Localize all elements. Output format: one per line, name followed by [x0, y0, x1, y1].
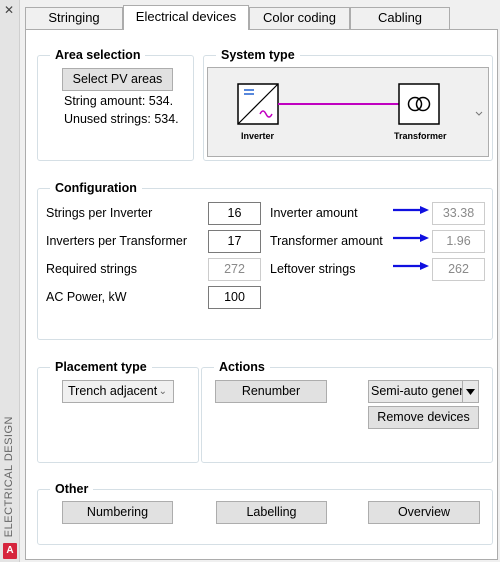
string-amount-text: String amount: 534.	[64, 94, 174, 108]
unused-strings-text: Unused strings: 534.	[64, 112, 179, 126]
other-group: Other Numbering Labelling Overview	[37, 482, 493, 545]
leftover-strings-field: 262	[432, 258, 485, 281]
select-pv-areas-button[interactable]: Select PV areas	[62, 68, 173, 91]
overview-button[interactable]: Overview	[368, 501, 480, 524]
numbering-button[interactable]: Numbering	[62, 501, 173, 524]
ac-power-input[interactable]: 100	[208, 286, 261, 309]
tab-cabling[interactable]: Cabling	[350, 7, 450, 29]
required-strings-field: 272	[208, 258, 261, 281]
transformer-symbol-icon	[398, 83, 440, 125]
system-diagram: Inverter Transformer	[237, 83, 483, 141]
caret-down-icon	[466, 389, 475, 395]
transformer-amount-field: 1.96	[432, 230, 485, 253]
other-title: Other	[50, 482, 94, 497]
area-selection-group: Area selection Select PV areas String am…	[37, 48, 194, 161]
renumber-button[interactable]: Renumber	[215, 380, 327, 403]
arrow-right-icon	[393, 234, 429, 242]
electrical-devices-panel: Area selection Select PV areas String am…	[25, 29, 498, 560]
arrow-right-icon	[393, 262, 429, 270]
placement-type-value: Trench adjacent	[68, 384, 158, 398]
labelling-button[interactable]: Labelling	[216, 501, 327, 524]
palette-title: ELECTRICAL DESIGN	[3, 415, 15, 537]
area-selection-title: Area selection	[50, 48, 146, 63]
system-type-title: System type	[216, 48, 300, 63]
actions-group: Actions Renumber Semi-auto gener Remove …	[201, 360, 493, 463]
placement-type-dropdown[interactable]: Trench adjacent ⌄	[62, 380, 174, 403]
required-strings-label: Required strings	[46, 262, 138, 276]
system-type-selector[interactable]: Inverter Transformer	[207, 67, 489, 157]
tab-electrical-devices[interactable]: Electrical devices	[123, 5, 249, 30]
inverters-per-transformer-input[interactable]: 17	[208, 230, 261, 253]
remove-devices-button[interactable]: Remove devices	[368, 406, 479, 429]
actions-title: Actions	[214, 360, 270, 375]
strings-per-inverter-input[interactable]: 16	[208, 202, 261, 225]
tab-color-coding[interactable]: Color coding	[249, 7, 350, 29]
transformer-label: Transformer	[394, 131, 447, 141]
chevron-down-icon	[475, 111, 483, 116]
ac-power-label: AC Power, kW	[46, 290, 127, 304]
arrow-right-icon	[393, 206, 429, 214]
semi-auto-dropdown-button[interactable]	[462, 380, 479, 403]
configuration-title: Configuration	[50, 181, 142, 196]
inverter-label: Inverter	[241, 131, 275, 141]
chevron-down-icon: ⌄	[158, 386, 167, 397]
app-logo-icon: A	[3, 543, 17, 559]
strings-per-inverter-label: Strings per Inverter	[46, 206, 153, 220]
inverter-symbol-icon	[237, 83, 279, 125]
inverter-amount-label: Inverter amount	[270, 206, 358, 220]
inverters-per-transformer-label: Inverters per Transformer	[46, 234, 188, 248]
system-type-group: System type Inverter Transformer	[203, 48, 493, 161]
close-icon[interactable]: ✕	[4, 4, 14, 16]
palette-sidebar: ✕ ELECTRICAL DESIGN A	[0, 0, 20, 562]
leftover-strings-label: Leftover strings	[270, 262, 356, 276]
semi-auto-generate-button[interactable]: Semi-auto gener	[368, 380, 463, 403]
configuration-group: Configuration Strings per Inverter 16 In…	[37, 181, 493, 340]
placement-type-title: Placement type	[50, 360, 152, 375]
tab-stringing[interactable]: Stringing	[25, 7, 123, 29]
placement-type-group: Placement type Trench adjacent ⌄	[37, 360, 199, 463]
transformer-amount-label: Transformer amount	[270, 234, 383, 248]
inverter-amount-field: 33.38	[432, 202, 485, 225]
